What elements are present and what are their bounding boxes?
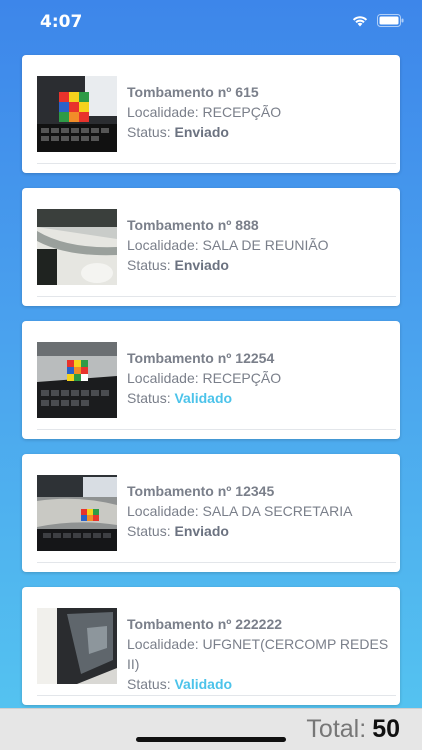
- status-bar: 4:07: [0, 0, 422, 44]
- item-photo: [37, 209, 117, 285]
- status-label: Status:: [127, 124, 171, 140]
- item-photo: [37, 475, 117, 551]
- card-divider: [37, 296, 396, 297]
- status-icons: [351, 14, 404, 27]
- item-info: Tombamento nº 12254 Localidade: RECEPÇÃO…: [127, 348, 390, 408]
- wifi-icon: [351, 14, 369, 27]
- item-info: Tombamento nº 888 Localidade: SALA DE RE…: [127, 215, 390, 275]
- status-value: Enviado: [174, 257, 229, 273]
- locality-value: SALA DE REUNIÃO: [202, 237, 329, 253]
- item-title: Tombamento nº 222222: [127, 616, 283, 632]
- item-info: Tombamento nº 12345 Localidade: SALA DA …: [127, 481, 390, 541]
- item-photo: [37, 342, 117, 418]
- locality-label: Localidade:: [127, 237, 199, 253]
- item-status: Status: Enviado: [127, 122, 390, 142]
- status-value: Enviado: [174, 523, 229, 539]
- total-count: Total: 50: [306, 715, 400, 744]
- locality-label: Localidade:: [127, 503, 199, 519]
- item-locality: Localidade: RECEPÇÃO: [127, 102, 390, 122]
- status-time: 4:07: [40, 12, 83, 32]
- list-item[interactable]: Tombamento nº 12345 Localidade: SALA DA …: [22, 454, 400, 572]
- item-photo: [37, 76, 117, 152]
- total-value: 50: [372, 715, 400, 743]
- list-item[interactable]: Tombamento nº 888 Localidade: SALA DE RE…: [22, 188, 400, 306]
- card-divider: [37, 695, 396, 696]
- locality-value: RECEPÇÃO: [202, 104, 282, 120]
- item-locality: Localidade: RECEPÇÃO: [127, 368, 390, 388]
- total-label: Total:: [306, 715, 367, 743]
- item-photo: [37, 608, 117, 684]
- list-item[interactable]: Tombamento nº 615 Localidade: RECEPÇÃO S…: [22, 55, 400, 173]
- card-divider: [37, 562, 396, 563]
- status-label: Status:: [127, 257, 171, 273]
- footer-bar: Total: 50: [0, 708, 422, 750]
- status-label: Status:: [127, 523, 171, 539]
- item-status: Status: Enviado: [127, 521, 390, 541]
- item-title: Tombamento nº 888: [127, 217, 259, 233]
- locality-value: RECEPÇÃO: [202, 370, 282, 386]
- item-locality: Localidade: SALA DA SECRETARIA: [127, 501, 390, 521]
- list-item[interactable]: Tombamento nº 222222 Localidade: UFGNET(…: [22, 587, 400, 705]
- status-value: Enviado: [174, 124, 229, 140]
- item-status: Status: Enviado: [127, 255, 390, 275]
- locality-value: SALA DA SECRETARIA: [202, 503, 353, 519]
- list-item[interactable]: Tombamento nº 12254 Localidade: RECEPÇÃO…: [22, 321, 400, 439]
- card-divider: [37, 429, 396, 430]
- item-title: Tombamento nº 615: [127, 84, 259, 100]
- item-locality: Localidade: SALA DE REUNIÃO: [127, 235, 390, 255]
- status-value: Validado: [174, 390, 233, 406]
- status-label: Status:: [127, 390, 171, 406]
- status-value: Validado: [174, 676, 233, 692]
- home-indicator: [136, 737, 286, 742]
- locality-label: Localidade:: [127, 104, 199, 120]
- item-info: Tombamento nº 222222 Localidade: UFGNET(…: [127, 614, 390, 694]
- locality-label: Localidade:: [127, 636, 199, 652]
- item-status: Status: Validado: [127, 674, 390, 694]
- item-locality: Localidade: UFGNET(CERCOMP REDES II): [127, 634, 390, 674]
- locality-label: Localidade:: [127, 370, 199, 386]
- battery-icon: [377, 14, 404, 27]
- item-title: Tombamento nº 12254: [127, 350, 275, 366]
- card-divider: [37, 163, 396, 164]
- item-title: Tombamento nº 12345: [127, 483, 275, 499]
- status-label: Status:: [127, 676, 171, 692]
- item-status: Status: Validado: [127, 388, 390, 408]
- item-info: Tombamento nº 615 Localidade: RECEPÇÃO S…: [127, 82, 390, 142]
